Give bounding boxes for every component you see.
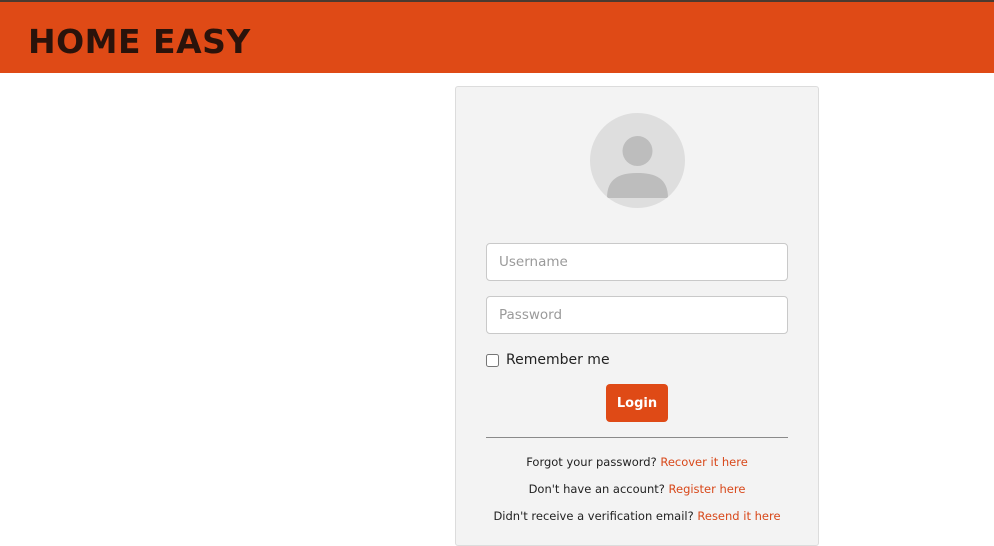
verification-line: Didn't receive a verification email? Res… (456, 509, 818, 523)
register-line: Don't have an account? Register here (456, 482, 818, 496)
top-header-bar: HOME EASY (0, 0, 994, 73)
verification-text: Didn't receive a verification email? (493, 509, 694, 523)
no-account-text: Don't have an account? (528, 482, 665, 496)
resend-verification-link[interactable]: Resend it here (697, 509, 780, 523)
divider (486, 437, 788, 438)
remember-me-checkbox[interactable] (486, 353, 499, 367)
password-input[interactable] (486, 296, 788, 334)
username-input[interactable] (486, 243, 788, 281)
brand-title[interactable]: HOME EASY (28, 22, 251, 62)
user-avatar-icon (590, 113, 685, 208)
register-link[interactable]: Register here (669, 482, 746, 496)
remember-me-row: Remember me (486, 351, 610, 369)
forgot-password-line: Forgot your password? Recover it here (456, 455, 818, 469)
remember-me-label[interactable]: Remember me (506, 352, 610, 368)
recover-password-link[interactable]: Recover it here (660, 455, 747, 469)
forgot-password-text: Forgot your password? (526, 455, 657, 469)
login-card: Remember me Login Forgot your password? … (455, 86, 819, 546)
login-button[interactable]: Login (606, 384, 668, 422)
user-silhouette-icon (607, 136, 668, 198)
